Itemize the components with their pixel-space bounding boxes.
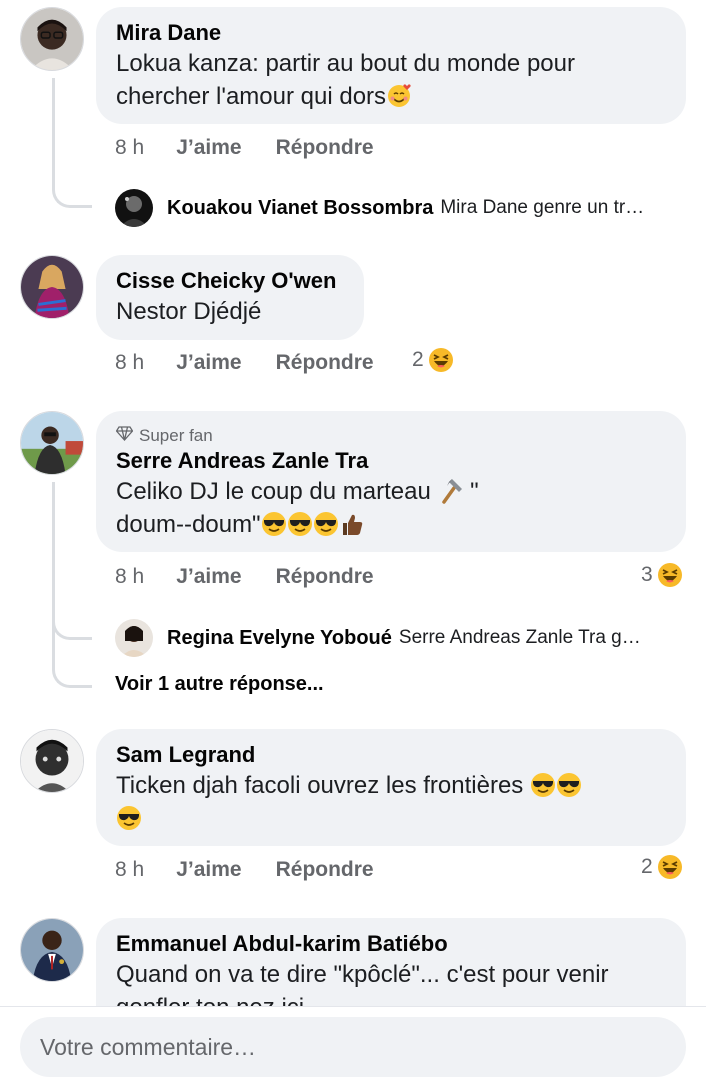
- like-button[interactable]: J’aime: [176, 565, 241, 589]
- reply-button[interactable]: Répondre: [276, 351, 374, 375]
- comment-bubble[interactable]: Mira Dane Lokua kanza: partir au bout du…: [96, 7, 686, 124]
- comment-text-line: doum--doum": [116, 508, 666, 541]
- thread-connector: [52, 182, 92, 208]
- reply-preview[interactable]: Kouakou Vianet Bossombra Mira Dane genre…: [115, 189, 690, 227]
- comment-actions: 8 h J’aime Répondre: [115, 565, 374, 589]
- comment-text-line: Nestor Djédjé: [116, 298, 262, 325]
- smiling-face-with-hearts-icon: [386, 83, 412, 109]
- reply-text: Mira Dane genre un tr…: [440, 197, 645, 218]
- reply-button[interactable]: Répondre: [276, 858, 374, 882]
- comment-timestamp[interactable]: 8 h: [115, 565, 144, 589]
- comment-actions: 8 h J’aime Répondre: [115, 858, 374, 882]
- like-button[interactable]: J’aime: [176, 136, 241, 160]
- hammer-icon: [438, 478, 464, 504]
- comment-author[interactable]: Serre Andreas Zanle Tra: [116, 447, 666, 475]
- haha-reaction-icon: [428, 347, 454, 373]
- haha-reaction-icon: [657, 854, 683, 880]
- comment-timestamp[interactable]: 8 h: [115, 858, 144, 882]
- comment-actions: 8 h J’aime Répondre: [115, 136, 374, 160]
- avatar[interactable]: [20, 729, 84, 793]
- comment-bubble[interactable]: Cisse Cheicky O'wen Nestor Djédjé: [96, 255, 364, 340]
- comments-feed: Mira Dane Lokua kanza: partir au bout du…: [0, 0, 706, 1006]
- reaction-count: 3: [641, 563, 653, 586]
- comment-text-line: gonfler ton nez ici: [116, 991, 666, 1006]
- comment-timestamp[interactable]: 8 h: [115, 136, 144, 160]
- avatar[interactable]: [20, 255, 84, 319]
- thread-connector: [52, 662, 92, 688]
- comment-author[interactable]: Emmanuel Abdul-karim Batiébo: [116, 930, 666, 958]
- reaction-count: 2: [641, 855, 653, 878]
- smiling-face-with-sunglasses-icon: [556, 772, 582, 798]
- comment-bubble[interactable]: Super fan Serre Andreas Zanle Tra Celiko…: [96, 411, 686, 552]
- comment-author[interactable]: Mira Dane: [116, 19, 666, 47]
- view-more-replies-link[interactable]: Voir 1 autre réponse...: [115, 673, 324, 696]
- comment-author[interactable]: Sam Legrand: [116, 741, 666, 769]
- haha-reaction-icon: [657, 562, 683, 588]
- reply-text: Serre Andreas Zanle Tra g…: [398, 627, 641, 648]
- comment-text-line: Ticken djah facoli ouvrez les frontières: [116, 769, 666, 802]
- smiling-face-with-sunglasses-icon: [261, 511, 287, 537]
- reply-author[interactable]: Regina Evelyne Yoboué: [167, 627, 392, 650]
- diamond-icon: [115, 425, 134, 447]
- reaction-summary[interactable]: 2: [641, 854, 683, 880]
- comment-text-line: Lokua kanza: partir au bout du monde pou…: [116, 50, 575, 77]
- comment-author[interactable]: Cisse Cheicky O'wen: [116, 267, 344, 295]
- comment-text-line: Quand on va te dire "kpôclé"... c'est po…: [116, 961, 609, 988]
- like-button[interactable]: J’aime: [176, 351, 241, 375]
- comment-input[interactable]: [20, 1017, 686, 1077]
- comment-timestamp[interactable]: 8 h: [115, 351, 144, 375]
- super-fan-badge: Super fan: [115, 425, 666, 447]
- reaction-summary[interactable]: 2: [412, 347, 454, 373]
- comment-actions: 8 h J’aime Répondre: [115, 351, 374, 375]
- smiling-face-with-sunglasses-icon: [530, 772, 556, 798]
- thumbs-up-icon: [339, 511, 365, 537]
- reply-preview[interactable]: Regina Evelyne Yoboué Serre Andreas Zanl…: [115, 619, 690, 657]
- thread-line: [52, 482, 55, 662]
- reaction-summary[interactable]: 3: [641, 562, 683, 588]
- comment-bubble[interactable]: Emmanuel Abdul-karim Batiébo Quand on va…: [96, 918, 686, 1006]
- avatar[interactable]: [115, 189, 153, 227]
- smiling-face-with-sunglasses-icon: [313, 511, 339, 537]
- avatar[interactable]: [115, 619, 153, 657]
- avatar[interactable]: [20, 7, 84, 71]
- like-button[interactable]: J’aime: [176, 858, 241, 882]
- reaction-count: 2: [412, 348, 424, 371]
- comment-text-line: [116, 802, 666, 835]
- comment-text-line: Celiko DJ le coup du marteau ": [116, 478, 479, 505]
- comment-text-line: chercher l'amour qui dors: [116, 80, 666, 113]
- reply-button[interactable]: Répondre: [276, 136, 374, 160]
- avatar[interactable]: [20, 918, 84, 982]
- avatar[interactable]: [20, 411, 84, 475]
- reply-author[interactable]: Kouakou Vianet Bossombra: [167, 197, 433, 220]
- smiling-face-with-sunglasses-icon: [116, 805, 142, 831]
- smiling-face-with-sunglasses-icon: [287, 511, 313, 537]
- comment-bubble[interactable]: Sam Legrand Ticken djah facoli ouvrez le…: [96, 729, 686, 846]
- reply-button[interactable]: Répondre: [276, 565, 374, 589]
- thread-connector: [52, 614, 92, 640]
- thread-line: [52, 78, 55, 182]
